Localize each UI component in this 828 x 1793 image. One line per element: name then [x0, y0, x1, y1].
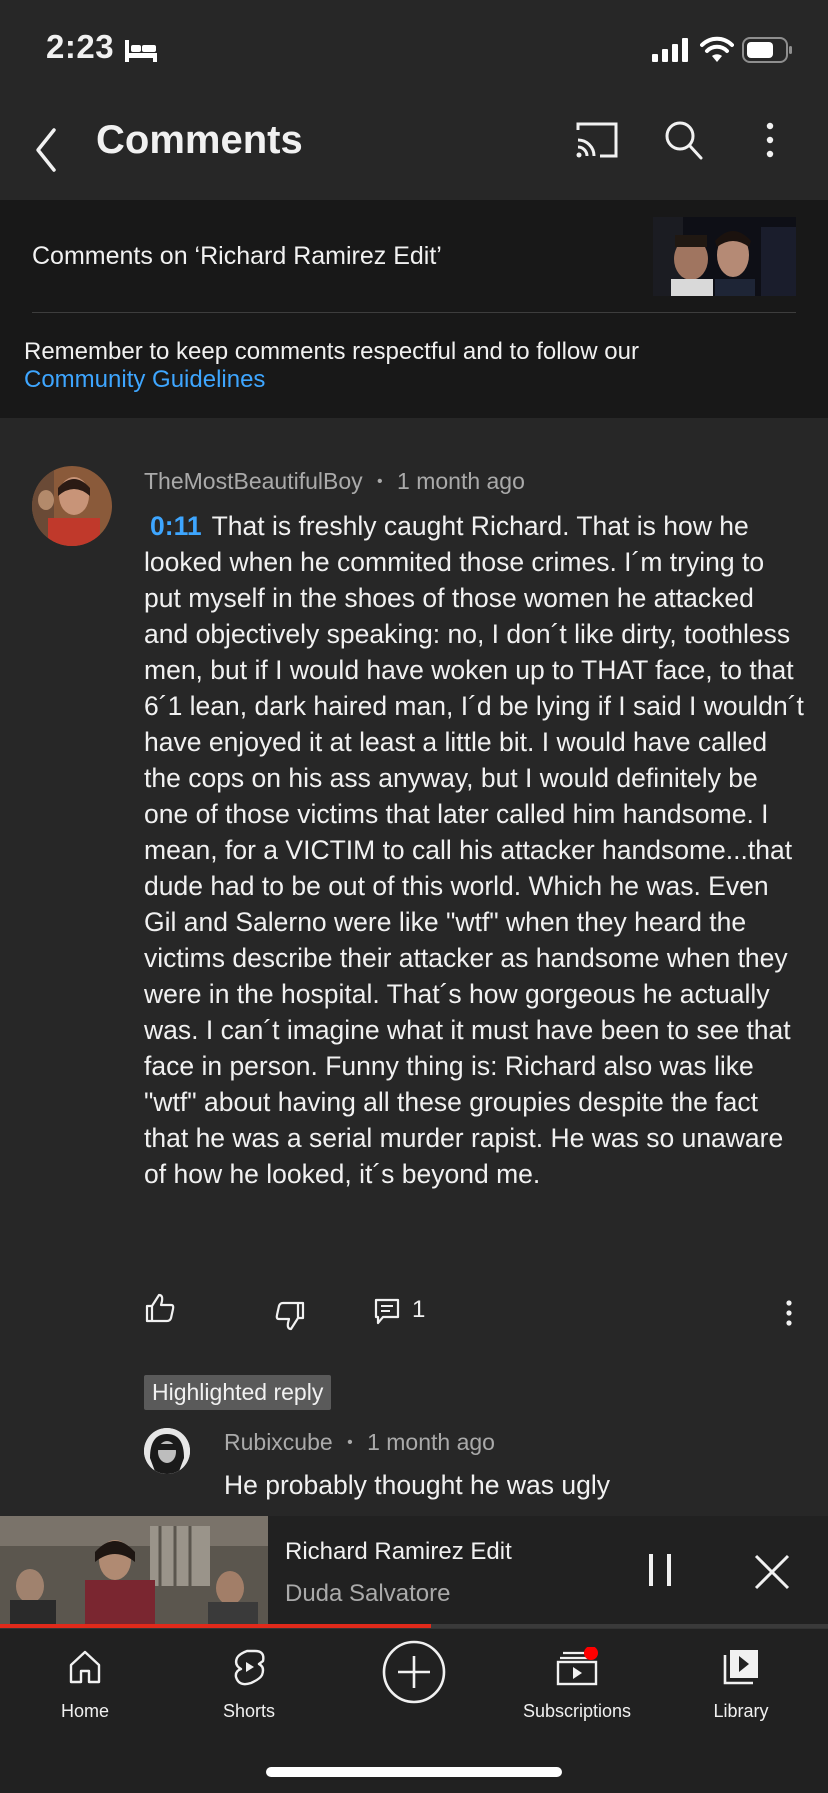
more-icon[interactable]	[760, 120, 780, 160]
wifi-icon	[700, 36, 734, 62]
battery-icon	[742, 37, 792, 63]
comment-author[interactable]: TheMostBeautifulBoy	[144, 468, 363, 494]
reply-body: He probably thought he was ugly	[224, 1470, 610, 1500]
mini-player-title: Richard Ramirez Edit	[285, 1538, 512, 1565]
mini-player-thumbnail[interactable]	[0, 1516, 268, 1624]
reply-author[interactable]: Rubixcube	[224, 1429, 333, 1455]
guidelines-text: Remember to keep comments respectful and…	[24, 338, 639, 365]
nav-subscriptions[interactable]: Subscriptions	[502, 1629, 652, 1739]
divider	[32, 312, 796, 313]
reply-meta: Rubixcube • 1 month ago	[224, 1429, 495, 1455]
comment-time: 1 month ago	[397, 468, 525, 494]
back-icon[interactable]	[30, 120, 66, 180]
library-icon	[723, 1650, 758, 1685]
video-context-title: Comments on ‘Richard Ramirez Edit’	[32, 242, 442, 270]
comment-actions: 1	[144, 1290, 804, 1334]
nav-label-home: Home	[60, 1701, 109, 1721]
bottom-nav: Home Shorts Subscriptions Library	[0, 1628, 828, 1793]
nav-label-library: Library	[713, 1701, 769, 1721]
cast-icon[interactable]	[574, 118, 620, 162]
reply-icon[interactable]	[374, 1298, 400, 1326]
video-context-panel: Comments on ‘Richard Ramirez Edit’ Remem…	[0, 200, 828, 418]
comment-more-icon[interactable]	[784, 1298, 794, 1328]
like-icon[interactable]	[144, 1292, 176, 1324]
timestamp-link[interactable]: 0:11	[150, 511, 202, 541]
subscriptions-icon	[556, 1647, 598, 1686]
pause-icon[interactable]	[646, 1552, 674, 1588]
comment-text: That is freshly caught Richard. That is …	[144, 511, 804, 1189]
mini-player[interactable]: Richard Ramirez Edit Duda Salvatore	[0, 1516, 828, 1628]
reply-count[interactable]: 1	[412, 1296, 425, 1324]
close-icon[interactable]	[752, 1552, 792, 1592]
nav-library[interactable]: Library	[666, 1629, 816, 1739]
shorts-icon	[234, 1649, 265, 1686]
video-thumbnail[interactable]	[653, 217, 796, 296]
guidelines-notice: Remember to keep comments respectful and…	[24, 338, 639, 394]
community-guidelines-link[interactable]: Community Guidelines	[24, 366, 639, 394]
signal-icon	[652, 38, 688, 62]
home-icon	[69, 1650, 101, 1684]
nav-label-shorts: Shorts	[222, 1701, 276, 1721]
create-icon	[382, 1640, 446, 1704]
search-icon[interactable]	[664, 118, 704, 162]
reply-avatar[interactable]	[144, 1428, 190, 1474]
home-indicator[interactable]	[266, 1767, 562, 1777]
nav-shorts[interactable]: Shorts	[174, 1629, 324, 1739]
reply-time: 1 month ago	[367, 1429, 495, 1455]
nav-label-subscriptions: Subscriptions	[522, 1701, 632, 1721]
avatar[interactable]	[32, 466, 112, 546]
nav-home[interactable]: Home	[10, 1629, 160, 1739]
status-bar: 2:23	[0, 0, 828, 100]
mini-player-channel: Duda Salvatore	[285, 1580, 451, 1607]
bed-icon	[125, 40, 157, 62]
highlighted-reply-badge: Highlighted reply	[144, 1375, 332, 1410]
status-time: 2:23	[46, 28, 115, 65]
comment-meta: TheMostBeautifulBoy • 1 month ago	[144, 468, 525, 494]
page-title: Comments	[96, 118, 303, 162]
comment-body: 0:11 That is freshly caught Richard. That…	[144, 508, 804, 1192]
dislike-icon[interactable]	[274, 1300, 306, 1332]
nav-create[interactable]	[339, 1629, 489, 1739]
